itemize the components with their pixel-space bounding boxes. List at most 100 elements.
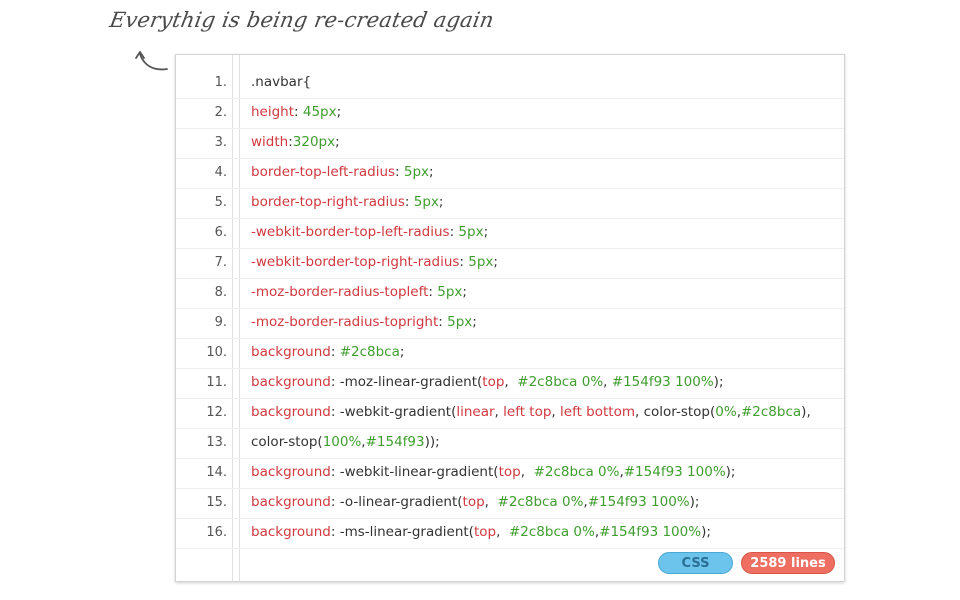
line-code[interactable]: background: -webkit-linear-gradient(top,… <box>251 464 735 480</box>
code-line: 12. background: -webkit-gradient(linear, … <box>176 399 844 429</box>
code-token-prop: top <box>473 524 497 540</box>
code-line: 13. color-stop(100%,#154f93)); <box>176 429 844 459</box>
code-line: 16. background: -ms-linear-gradient(top, … <box>176 519 844 549</box>
code-token-prop: -webkit-border-top-right-radius <box>251 254 460 270</box>
line-code[interactable]: -webkit-border-top-right-radius: 5px; <box>251 254 498 270</box>
code-token-plain: color-stop( <box>251 434 323 450</box>
code-token-prop: top <box>462 494 485 510</box>
code-token-val: #154f93 <box>365 434 425 450</box>
line-code[interactable]: background: -ms-linear-gradient(top, #2c… <box>251 524 711 540</box>
line-code[interactable]: height: 45px; <box>251 104 341 120</box>
code-token-prop: left bottom <box>560 404 635 420</box>
line-code[interactable]: width:320px; <box>251 134 340 150</box>
code-token-plain: : -ms-linear-gradient( <box>330 524 474 540</box>
code-token-val: #154f93 100% <box>599 524 702 540</box>
line-number: 8. <box>214 285 227 300</box>
code-token-val: 5px <box>447 314 473 330</box>
code-line: 6. -webkit-border-top-left-radius: 5px; <box>176 219 844 249</box>
code-token-prop: -webkit-border-top-left-radius <box>251 224 450 240</box>
code-token-plain: ; <box>335 134 340 150</box>
line-number: 13. <box>206 435 227 450</box>
code-token-val: 5px <box>468 254 494 270</box>
line-number: 7. <box>214 255 227 270</box>
handwritten-note: Everythig is being re-created again <box>107 8 496 32</box>
code-token-val: #2c8bca 0% <box>533 464 620 480</box>
code-token-plain: , <box>504 374 518 390</box>
line-code[interactable]: -webkit-border-top-left-radius: 5px; <box>251 224 488 240</box>
line-code[interactable]: border-top-left-radius: 5px; <box>251 164 434 180</box>
line-code[interactable]: -moz-border-radius-topleft: 5px; <box>251 284 467 300</box>
code-token-plain: : <box>404 194 414 210</box>
code-token-plain: .navbar{ <box>251 74 312 90</box>
code-token-plain: ); <box>713 374 724 390</box>
line-code[interactable]: background: -o-linear-gradient(top, #2c8… <box>251 494 699 510</box>
line-number: 9. <box>214 315 227 330</box>
code-token-plain: ); <box>689 494 700 510</box>
screen: Everythig is being re-created again 1. .n… <box>0 0 960 600</box>
code-token-plain: ; <box>399 344 405 360</box>
code-token-plain: , <box>603 374 612 390</box>
curved-arrow-icon <box>135 51 168 71</box>
code-token-plain: ; <box>429 164 434 180</box>
code-line: 4. border-top-left-radius: 5px; <box>176 159 844 189</box>
line-number: 10. <box>206 345 227 360</box>
line-count-badge[interactable]: 2589 lines <box>741 552 835 574</box>
code-token-prop: background <box>251 524 331 540</box>
code-token-plain: : -o-linear-gradient( <box>330 494 463 510</box>
line-number: 12. <box>206 405 227 420</box>
code-token-val: #154f93 100% <box>623 464 726 480</box>
code-token-plain: : <box>459 254 469 270</box>
code-token-val: #2c8bca <box>339 344 400 360</box>
code-token-plain: ; <box>336 104 342 120</box>
code-token-prop: width <box>251 134 289 150</box>
code-token-plain: : -webkit-gradient( <box>330 404 457 420</box>
code-token-val: #2c8bca 0% <box>517 374 604 390</box>
code-token-prop: border-top-left-radius <box>251 164 396 180</box>
code-token-plain: : <box>330 344 340 360</box>
line-number: 4. <box>214 165 227 180</box>
code-token-val: 5px <box>437 284 463 300</box>
code-line: 10. background: #2c8bca; <box>176 339 844 369</box>
line-code[interactable]: color-stop(100%,#154f93)); <box>251 434 440 450</box>
line-code[interactable]: -moz-border-radius-topright: 5px; <box>251 314 477 330</box>
line-number: 2. <box>214 105 227 120</box>
code-line: 2. height: 45px; <box>176 99 844 129</box>
code-token-plain: : <box>438 314 448 330</box>
code-token-prop: background <box>251 464 331 480</box>
code-line: 9. -moz-border-radius-topright: 5px; <box>176 309 844 339</box>
line-number: 16. <box>206 525 227 540</box>
code-token-plain: , <box>494 404 504 420</box>
line-code[interactable]: .navbar{ <box>251 74 311 90</box>
code-token-prop: background <box>251 494 331 510</box>
code-token-plain: ; <box>462 284 467 300</box>
code-token-plain: ; <box>493 254 498 270</box>
code-token-prop: linear <box>456 404 495 420</box>
line-number: 15. <box>206 495 227 510</box>
code-token-plain: , <box>551 404 561 420</box>
line-code[interactable]: border-top-right-radius: 5px; <box>251 194 443 210</box>
code-token-prop: top <box>498 464 521 480</box>
code-token-plain: : <box>395 164 404 180</box>
code-line: 15. background: -o-linear-gradient(top, #… <box>176 489 844 519</box>
code-token-val: 5px <box>413 194 439 210</box>
code-token-val: #154f93 100% <box>587 494 690 510</box>
code-token-plain: ), <box>801 404 811 420</box>
code-token-plain: , <box>484 494 498 510</box>
line-code[interactable]: background: #2c8bca; <box>251 344 404 360</box>
code-line: 14. background: -webkit-linear-gradient(t… <box>176 459 844 489</box>
code-token-prop: background <box>251 374 331 390</box>
code-line: 11. background: -moz-linear-gradient(top,… <box>176 369 844 399</box>
code-lines: 1. .navbar{2. height: 45px; 3. width:320px; 4… <box>176 69 844 549</box>
code-token-plain: , <box>520 464 534 480</box>
language-badge[interactable]: CSS <box>658 552 733 574</box>
code-line: 5. border-top-right-radius: 5px; <box>176 189 844 219</box>
code-token-plain: : -webkit-linear-gradient( <box>330 464 499 480</box>
code-token-val: 320px <box>292 134 336 150</box>
code-token-val: 45px <box>302 104 337 120</box>
code-token-plain: , <box>496 524 509 540</box>
code-token-prop: background <box>251 404 331 420</box>
code-token-val: #2c8bca 0% <box>497 494 584 510</box>
code-line: 1. .navbar{ <box>176 69 844 99</box>
line-code[interactable]: background: -webkit-gradient(linear, lef… <box>251 404 811 420</box>
line-code[interactable]: background: -moz-linear-gradient(top, #2… <box>251 374 724 390</box>
